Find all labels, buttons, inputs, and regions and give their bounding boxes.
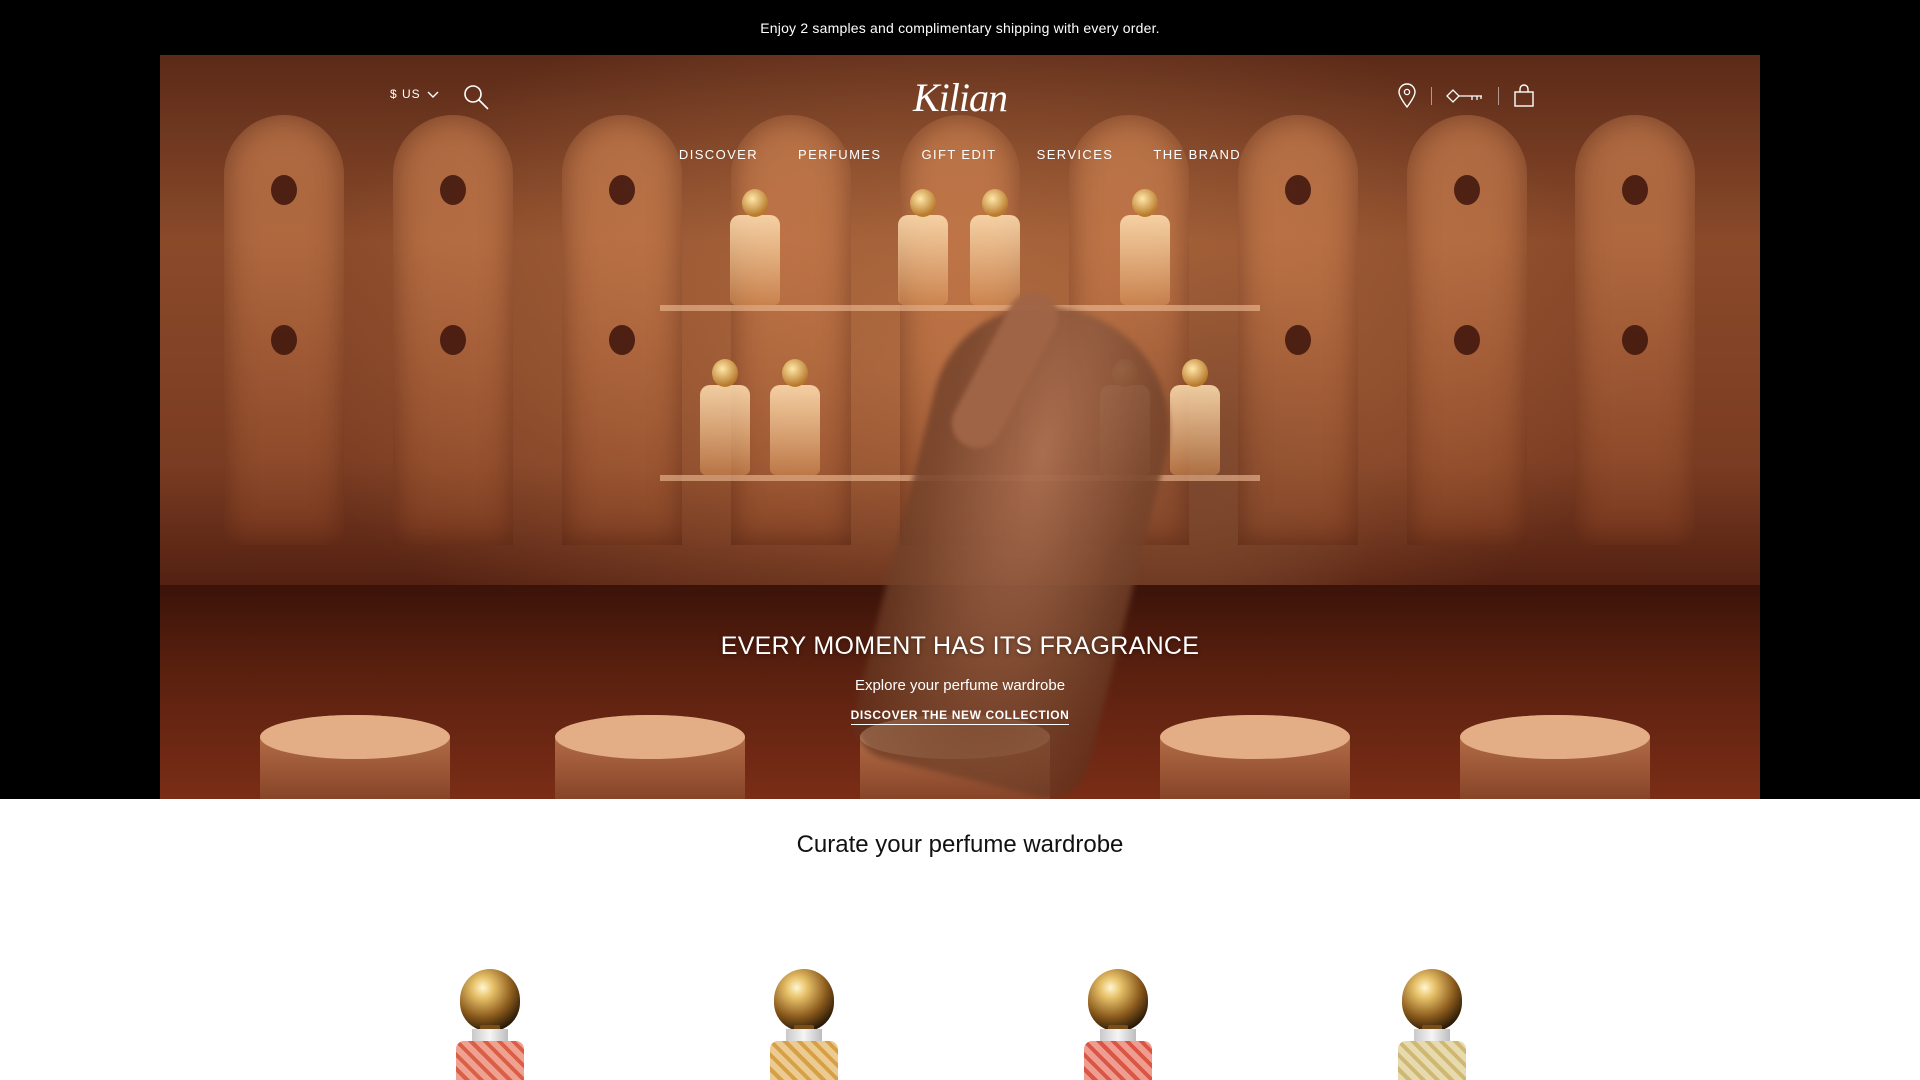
product-bottle[interactable] (1392, 969, 1472, 1080)
bottle-cap (460, 969, 520, 1031)
hero-banner: $ US Kilian DISCOVER PERFUMES GIFT EDIT … (160, 55, 1760, 799)
bottle-body (1398, 1041, 1466, 1080)
location-pin-icon[interactable] (1397, 83, 1417, 109)
key-icon[interactable] (1446, 88, 1484, 104)
announcement-text: Enjoy 2 samples and complimentary shippi… (760, 19, 1160, 36)
nav-gift-edit[interactable]: GIFT EDIT (921, 147, 996, 162)
nav-perfumes[interactable]: PERFUMES (798, 147, 881, 162)
discover-collection-link[interactable]: DISCOVER THE NEW COLLECTION (850, 708, 1070, 725)
bottle-body (456, 1041, 524, 1080)
hero-overlay: $ US Kilian DISCOVER PERFUMES GIFT EDIT … (160, 55, 1760, 799)
section-title: Curate your perfume wardrobe (796, 831, 1124, 858)
divider (1498, 87, 1499, 105)
product-row (0, 969, 1920, 1080)
product-bottle[interactable] (450, 969, 530, 1080)
bottle-cap (774, 969, 834, 1031)
divider (1431, 87, 1432, 105)
bottle-cap (1402, 969, 1462, 1031)
shopping-bag-icon[interactable] (1513, 84, 1535, 108)
product-bottle[interactable] (764, 969, 844, 1080)
main-navigation: DISCOVER PERFUMES GIFT EDIT SERVICES THE… (160, 147, 1760, 162)
nav-discover[interactable]: DISCOVER (679, 147, 758, 162)
site-header: $ US Kilian DISCOVER PERFUMES GIFT EDIT … (160, 55, 1760, 162)
hero-subtitle: Explore your perfume wardrobe (854, 677, 1066, 694)
bottle-body (770, 1041, 838, 1080)
chevron-down-icon (427, 91, 439, 98)
search-icon[interactable] (462, 83, 490, 111)
announcement-bar: Enjoy 2 samples and complimentary shippi… (0, 0, 1920, 55)
wardrobe-section: Curate your perfume wardrobe (0, 799, 1920, 1080)
nav-the-brand[interactable]: THE BRAND (1153, 147, 1241, 162)
hero-title: EVERY MOMENT HAS ITS FRAGRANCE (720, 632, 1200, 660)
brand-logo[interactable]: Kilian (900, 73, 1020, 123)
nav-services[interactable]: SERVICES (1037, 147, 1114, 162)
header-utilities (1397, 83, 1535, 109)
currency-selector[interactable]: $ US (390, 87, 439, 101)
bottle-cap (1088, 969, 1148, 1031)
product-bottle[interactable] (1078, 969, 1158, 1080)
bottle-body (1084, 1041, 1152, 1080)
hero-copy: EVERY MOMENT HAS ITS FRAGRANCE Explore y… (160, 632, 1760, 725)
currency-label: $ US (390, 87, 421, 101)
